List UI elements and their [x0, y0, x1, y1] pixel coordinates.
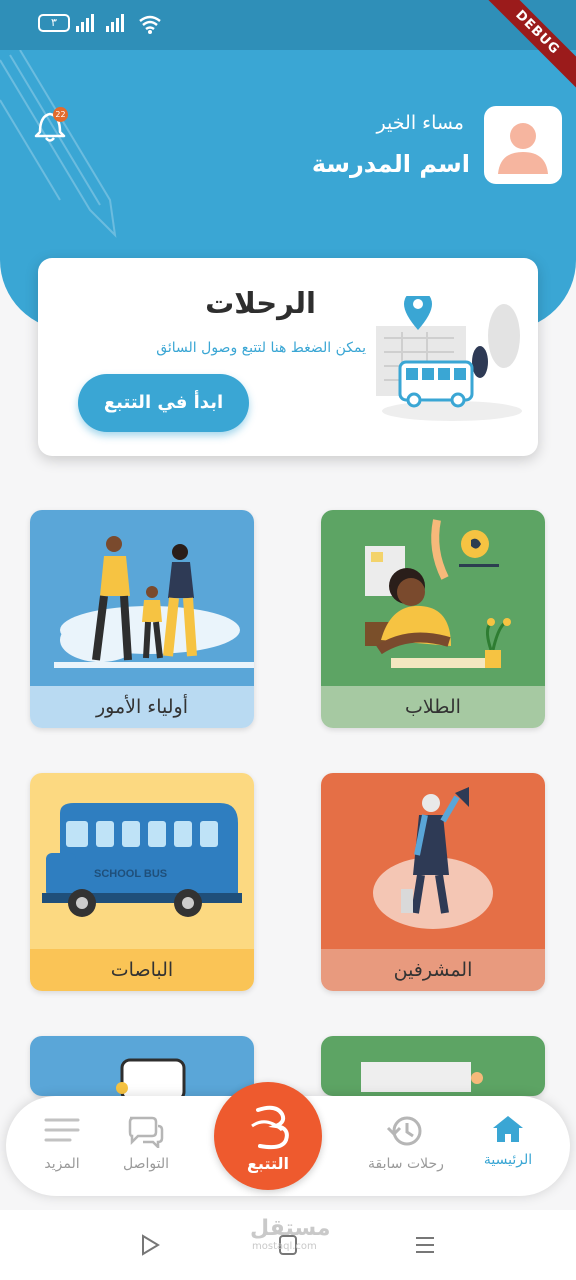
buses-illustration: SCHOOL BUS	[30, 773, 254, 949]
school-name: اسم المدرسة	[311, 150, 470, 178]
tile-students[interactable]: الطلاب	[321, 510, 545, 728]
nav-more-label: المزيد	[44, 1156, 80, 1172]
watermark-domain: mostaql.com	[252, 1241, 317, 1252]
partial-illustration	[116, 1058, 186, 1096]
menu-icon	[44, 1118, 80, 1142]
tracking-logo-icon	[251, 1105, 289, 1150]
tile-label: الباصات	[30, 949, 254, 991]
students-illustration	[321, 510, 545, 686]
nav-past-trips-label: رحلات سابقة	[368, 1156, 444, 1172]
trips-card[interactable]: الرحلات يمكن الضغط هنا لتتبع وصول السائق…	[38, 258, 538, 456]
tile-partial[interactable]	[30, 1036, 254, 1096]
tile-label: أولياء الأمور	[30, 686, 254, 728]
recent-apps-icon[interactable]	[414, 1234, 436, 1256]
nav-more[interactable]: المزيد	[12, 1114, 112, 1172]
user-icon	[498, 123, 548, 174]
tile-parents[interactable]: أولياء الأمور	[30, 510, 254, 728]
battery-icon: ٣	[38, 14, 70, 32]
parents-illustration	[30, 510, 254, 686]
chat-icon	[128, 1116, 164, 1151]
nav-home-label: الرئيسية	[483, 1152, 533, 1168]
status-bar: ٣	[0, 0, 576, 50]
bus-side-text: SCHOOL BUS	[94, 868, 167, 880]
trips-subtitle: يمكن الضغط هنا لتتبع وصول السائق	[156, 340, 366, 356]
greeting-text: مساء الخير	[376, 112, 464, 134]
app-screen: ٣ DEBUG مساء الخير اسم المدرسة 22 الرحلا…	[0, 0, 576, 1280]
trips-title: الرحلات	[205, 286, 316, 320]
back-triangle-icon[interactable]	[140, 1234, 160, 1256]
tracking-label: التتبع	[246, 1154, 289, 1173]
supervisors-illustration	[321, 773, 545, 949]
tile-supervisors[interactable]: المشرفين	[321, 773, 545, 991]
tile-label: الطلاب	[321, 686, 545, 728]
start-tracking-button[interactable]: ابدأ في التتبع	[78, 374, 249, 432]
partial-illustration	[361, 1062, 483, 1092]
wifi-icon	[139, 15, 161, 34]
avatar[interactable]	[484, 106, 562, 184]
tile-partial[interactable]	[321, 1036, 545, 1096]
pencil-decoration	[0, 49, 117, 238]
signal-icon	[76, 14, 94, 32]
home-icon	[493, 1116, 523, 1142]
tracking-fab[interactable]: التتبع	[214, 1082, 322, 1190]
signal-icon	[106, 14, 124, 32]
bus-location-illustration	[376, 296, 522, 421]
tile-label: المشرفين	[321, 949, 545, 991]
nav-home[interactable]: الرئيسية	[458, 1114, 558, 1168]
nav-past-trips[interactable]: رحلات سابقة	[356, 1114, 456, 1172]
tile-buses[interactable]: SCHOOL BUS الباصات	[30, 773, 254, 991]
watermark-brand: مستقل	[250, 1216, 331, 1241]
notification-badge: 22	[53, 107, 68, 122]
history-icon	[386, 1116, 422, 1146]
